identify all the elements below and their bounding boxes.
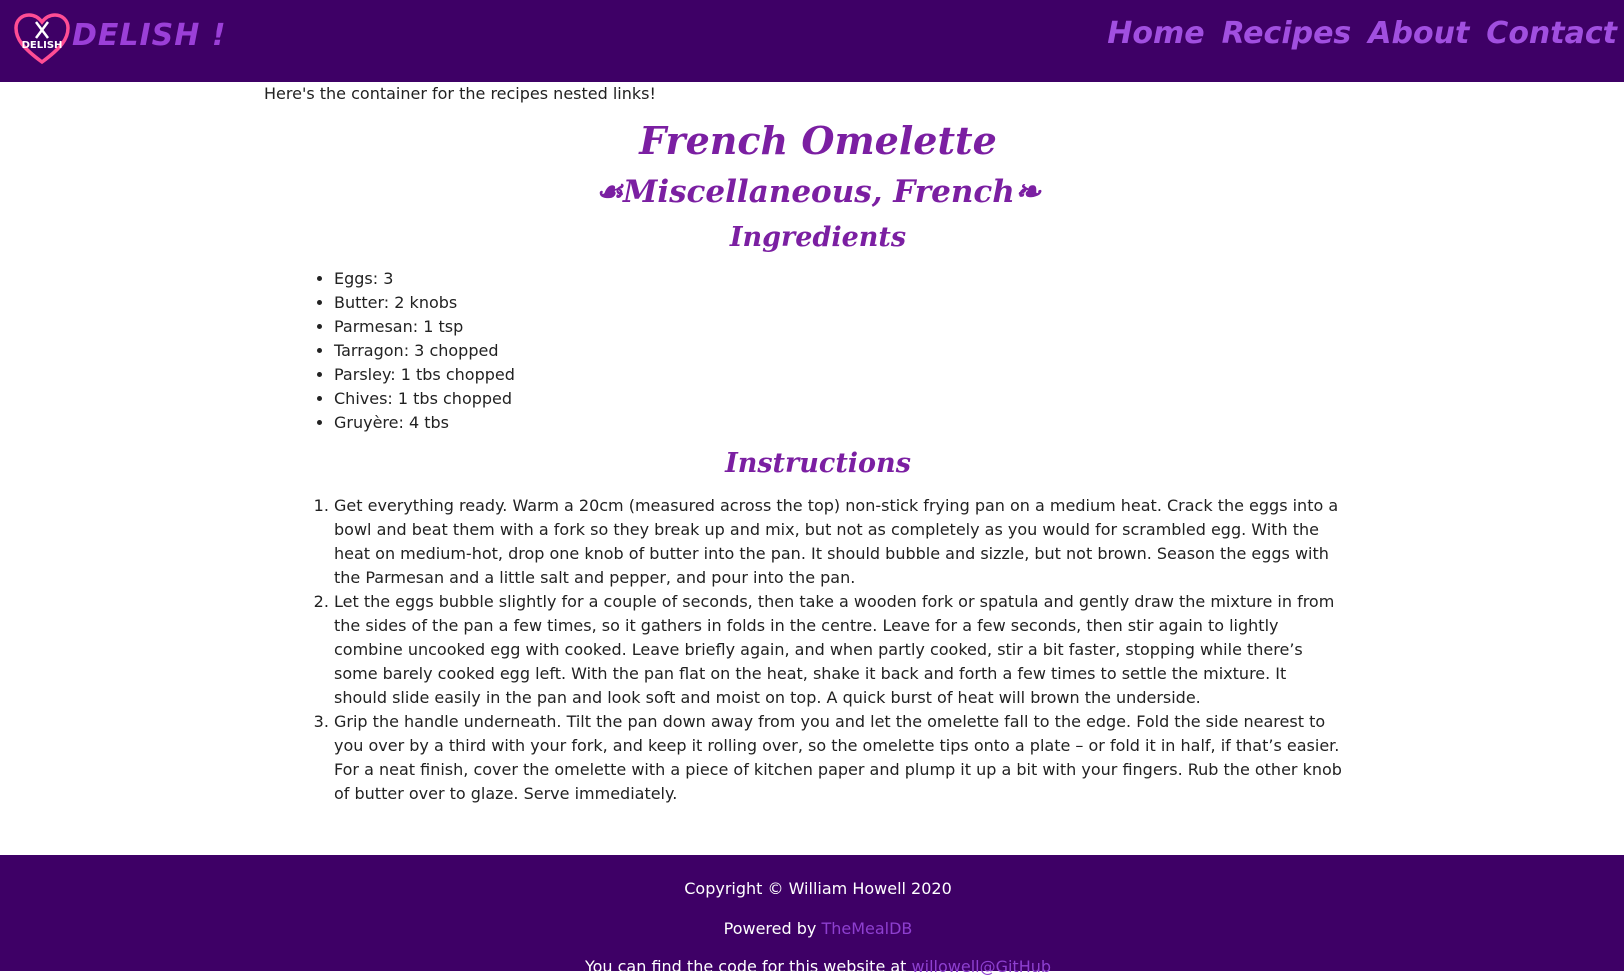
nav-home[interactable]: Home <box>1107 16 1204 51</box>
nav-about[interactable]: About <box>1368 16 1469 51</box>
instruction-step: Let the eggs bubble slightly for a coupl… <box>334 590 1344 710</box>
recipe-category: ☙Miscellaneous, French❧ <box>595 174 1041 210</box>
instructions-heading: Instructions <box>725 448 911 479</box>
powered-by-line: Powered by TheMealDB <box>0 919 1624 938</box>
ingredient-item: Parsley: 1 tbs chopped <box>334 363 515 387</box>
main-nav: Home Recipes About Contact <box>1107 16 1617 51</box>
nav-contact[interactable]: Contact <box>1486 16 1617 51</box>
copyright-text: Copyright © William Howell 2020 <box>684 879 952 898</box>
ingredient-item: Chives: 1 tbs chopped <box>334 387 515 411</box>
page-footer: Copyright © William Howell 2020 Powered … <box>0 855 1624 976</box>
ingredient-item: Butter: 2 knobs <box>334 291 515 315</box>
top-navbar: DELISH DELISH ! Home Recipes About Conta… <box>0 0 1624 82</box>
instruction-step: Get everything ready. Warm a 20cm (measu… <box>334 494 1344 590</box>
github-link[interactable]: willowell@GitHub <box>912 957 1051 976</box>
instructions-list: Get everything ready. Warm a 20cm (measu… <box>334 494 1344 806</box>
instruction-step: Grip the handle underneath. Tilt the pan… <box>334 710 1344 806</box>
code-location-label: You can find the code for this website a… <box>584 957 912 976</box>
brand-link[interactable]: DELISH ! <box>72 18 227 53</box>
logo-text: DELISH <box>22 40 63 51</box>
ingredient-item: Eggs: 3 <box>334 267 515 291</box>
ingredients-list: Eggs: 3 Butter: 2 knobs Parmesan: 1 tsp … <box>334 267 515 435</box>
delish-logo-icon[interactable]: DELISH <box>13 12 71 66</box>
themealdb-link[interactable]: TheMealDB <box>821 919 912 938</box>
powered-by-label: Powered by <box>723 919 822 938</box>
ingredient-item: Tarragon: 3 chopped <box>334 339 515 363</box>
ingredients-heading: Ingredients <box>729 222 907 253</box>
nav-recipes[interactable]: Recipes <box>1222 16 1352 51</box>
ingredient-item: Gruyère: 4 tbs <box>334 411 515 435</box>
intro-text: Here's the container for the recipes nes… <box>264 84 656 103</box>
recipe-title: French Omelette <box>639 118 997 163</box>
ingredient-item: Parmesan: 1 tsp <box>334 315 515 339</box>
code-location-line: You can find the code for this website a… <box>0 957 1624 976</box>
